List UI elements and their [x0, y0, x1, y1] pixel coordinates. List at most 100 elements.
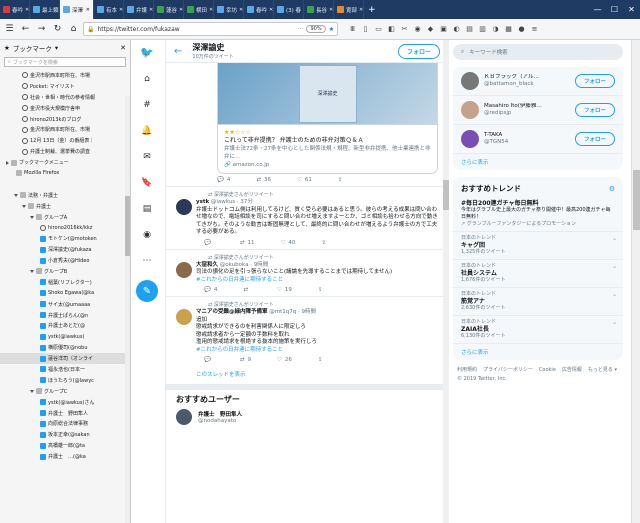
footer-link[interactable]: © 2019 Twitter, Inc. — [457, 375, 507, 384]
footer-link[interactable]: 広告情報 — [562, 366, 582, 375]
addon-icon[interactable]: ◉ — [412, 24, 423, 35]
expanded-arrow-icon[interactable] — [30, 269, 34, 273]
trend-item[interactable]: 日本のトレンド ZAIA社長 6,130件のツイート ⌄ — [453, 316, 623, 344]
retweet-button[interactable]: ⇄ 36 — [256, 177, 271, 183]
bookmark-item[interactable]: ystk(@iawkus)さん — [0, 397, 130, 408]
home-icon[interactable]: ⌂ — [141, 72, 154, 85]
bookmark-item[interactable]: 弁護士あとだ(@ — [0, 320, 130, 331]
addon-icon[interactable]: ◑ — [490, 24, 501, 35]
expanded-arrow-icon[interactable] — [30, 215, 34, 219]
chevron-down-icon[interactable]: ⌄ — [612, 319, 617, 326]
bookmark-item[interactable] — [0, 179, 130, 190]
browser-tab[interactable]: 有本 ✕ — [94, 0, 124, 19]
hashtag-link[interactable]: #これからの日弁連に期待すること — [196, 347, 440, 355]
bookmarks-icon[interactable]: 🔖 — [141, 176, 154, 189]
reply-button[interactable]: 💬 — [204, 357, 214, 363]
bookmark-item[interactable]: 坂本正幸(@sakan — [0, 429, 130, 440]
home-icon[interactable]: ⌂ — [67, 23, 80, 36]
bookmark-item[interactable]: 金沢市駅西本町所在、市場 — [0, 124, 130, 135]
bookmark-item[interactable]: hirono2016kk/kkz — [0, 222, 130, 233]
tweet-author[interactable]: マニアの受難@緑内障予備軍 — [196, 309, 268, 315]
reply-button[interactable]: 💬 4 — [204, 287, 217, 293]
close-sidebar-icon[interactable]: ✕ — [120, 44, 126, 52]
follow-button[interactable]: フォロー — [574, 74, 615, 88]
follow-button[interactable]: フォロー — [397, 43, 440, 59]
bookmark-item[interactable]: ystk(@iawkus) — [0, 331, 130, 342]
follow-button[interactable]: フォロー — [574, 132, 615, 146]
bookmark-item[interactable]: 金沢市駅西本町所在、市場 — [0, 70, 130, 81]
bookmark-item[interactable]: 深澤諭史(@fukaza — [0, 244, 130, 255]
heart-button[interactable]: ♡ 26 — [277, 357, 292, 363]
tweet-author[interactable]: ystk — [196, 199, 209, 205]
tab-close-icon[interactable]: ✕ — [179, 7, 183, 13]
browser-tab[interactable]: 幸坊 ✕ — [214, 0, 244, 19]
browser-tab[interactable]: 蓮谷 ✕ — [154, 0, 184, 19]
browser-tab[interactable]: 最上類✕ — [30, 0, 60, 19]
recommended-user[interactable]: 弁護士 野田隼人 @nodahayato — [166, 409, 448, 425]
browser-tab[interactable]: 深澤 ✕ — [60, 0, 94, 19]
tab-close-icon[interactable]: ✕ — [86, 7, 90, 13]
hashtag-link[interactable]: #これからの日弁連に期待すること — [196, 277, 440, 285]
footer-link[interactable]: プライバシーポリシー — [483, 366, 533, 375]
heart-button[interactable]: ♡ 40 — [280, 240, 295, 246]
promoted-trend[interactable]: #毎日200連ガチャ毎日無料 今年はグラブル史上最大のガチャ祭り開催中！最高20… — [453, 197, 623, 232]
bookmark-item[interactable]: 稲葉(リフレクター) — [0, 277, 130, 288]
reader-icon[interactable]: ▭ — [373, 24, 384, 35]
addon-icon[interactable]: ▦ — [503, 24, 514, 35]
bookmark-item[interactable]: ほうたろう(@lawyc — [0, 375, 130, 386]
bookmark-item[interactable]: Shoko Egawa(@ka — [0, 288, 130, 299]
messages-icon[interactable]: ✉ — [141, 150, 154, 163]
avatar[interactable] — [176, 199, 192, 215]
follow-button[interactable]: フォロー — [574, 103, 615, 117]
twitter-bird-icon[interactable]: 🐦 — [140, 46, 154, 59]
browser-tab[interactable]: (3) 春✕ — [274, 0, 304, 19]
reply-button[interactable]: 💬 4 — [217, 177, 230, 183]
zoom-level[interactable]: 90% — [306, 25, 326, 33]
expanded-arrow-icon[interactable] — [14, 193, 18, 197]
bookmark-item[interactable]: 横原優司(@nobu — [0, 342, 130, 353]
bookmark-item[interactable]: 小倉秀夫(@Hideo — [0, 255, 130, 266]
avatar[interactable] — [176, 309, 192, 325]
avatar[interactable] — [461, 130, 479, 148]
chevron-down-icon[interactable]: ⌄ — [612, 291, 617, 298]
show-more-users-link[interactable]: さらに表示 — [453, 154, 623, 170]
tab-close-icon[interactable]: ✕ — [149, 7, 153, 13]
reply-button[interactable]: 💬 — [204, 240, 214, 246]
timeline-scrollbar[interactable] — [443, 40, 449, 523]
twitter-search-input[interactable]: ⌕ キーワード検索 — [453, 44, 623, 60]
suggested-user[interactable]: ＫＢブラック（アル… @battamon_black フォロー — [453, 67, 623, 96]
chevron-down-icon[interactable]: ⌄ — [612, 235, 617, 242]
notifications-icon[interactable]: 🔔 — [141, 124, 154, 137]
tab-close-icon[interactable]: ✕ — [209, 7, 213, 13]
tweet[interactable]: ⇄ 深澤諭史さんがリツイート マニアの受難@緑内障予備軍 @mt1q7q · 9時… — [166, 296, 448, 366]
bookmark-item[interactable]: 社会・世相・時代の参考情報 — [0, 92, 130, 103]
tab-close-icon[interactable]: ✕ — [269, 7, 273, 13]
share-button[interactable]: ⇪ — [318, 287, 323, 293]
bookmark-item[interactable]: 蓮谷洋司（オンライ — [0, 353, 130, 365]
screenshot-icon[interactable]: ✂ — [399, 24, 410, 35]
bookmark-item[interactable]: 法務・弁護士 — [0, 190, 130, 201]
addon-icon[interactable]: ▣ — [438, 24, 449, 35]
maximize-icon[interactable]: ☐ — [606, 0, 623, 19]
retweet-button[interactable]: ⇄ 9 — [240, 357, 251, 363]
browser-tab[interactable]: 長谷 ✕ — [304, 0, 334, 19]
bookmark-item[interactable]: 福永浩也(日本一 — [0, 364, 130, 375]
bookmarks-scrollbar[interactable] — [125, 96, 130, 523]
bookmark-item[interactable]: ブックマークメニュー — [0, 157, 130, 168]
suggested-user[interactable]: Masahiro Ito(伊藤雅… @redipsjp フォロー — [453, 96, 623, 125]
addon-icon[interactable]: ◆ — [425, 24, 436, 35]
bookmark-item[interactable]: モトケン(@motoken — [0, 233, 130, 244]
like-button[interactable]: ♡ 61 — [297, 177, 312, 183]
addon-icon[interactable]: ▥ — [477, 24, 488, 35]
tab-close-icon[interactable]: ✕ — [239, 7, 243, 13]
page-scrollbar[interactable] — [631, 40, 640, 523]
sidebar-icon[interactable]: ▯ — [360, 24, 371, 35]
compose-tweet-button[interactable]: ✎ — [136, 280, 158, 302]
tweet[interactable]: ⇄ 深澤諭史さんがリツイート 大窪和久 @okuboka · 9時間 司法の讃化の足… — [166, 248, 448, 297]
back-icon[interactable]: ← — [19, 23, 32, 36]
avatar[interactable] — [176, 409, 192, 425]
avatar[interactable] — [176, 261, 192, 278]
bookmark-item[interactable]: 弁護士 野田隼人 — [0, 408, 130, 419]
explore-icon[interactable]: # — [141, 98, 154, 111]
bookmark-item[interactable]: hirono2013kのブログ — [0, 114, 130, 125]
